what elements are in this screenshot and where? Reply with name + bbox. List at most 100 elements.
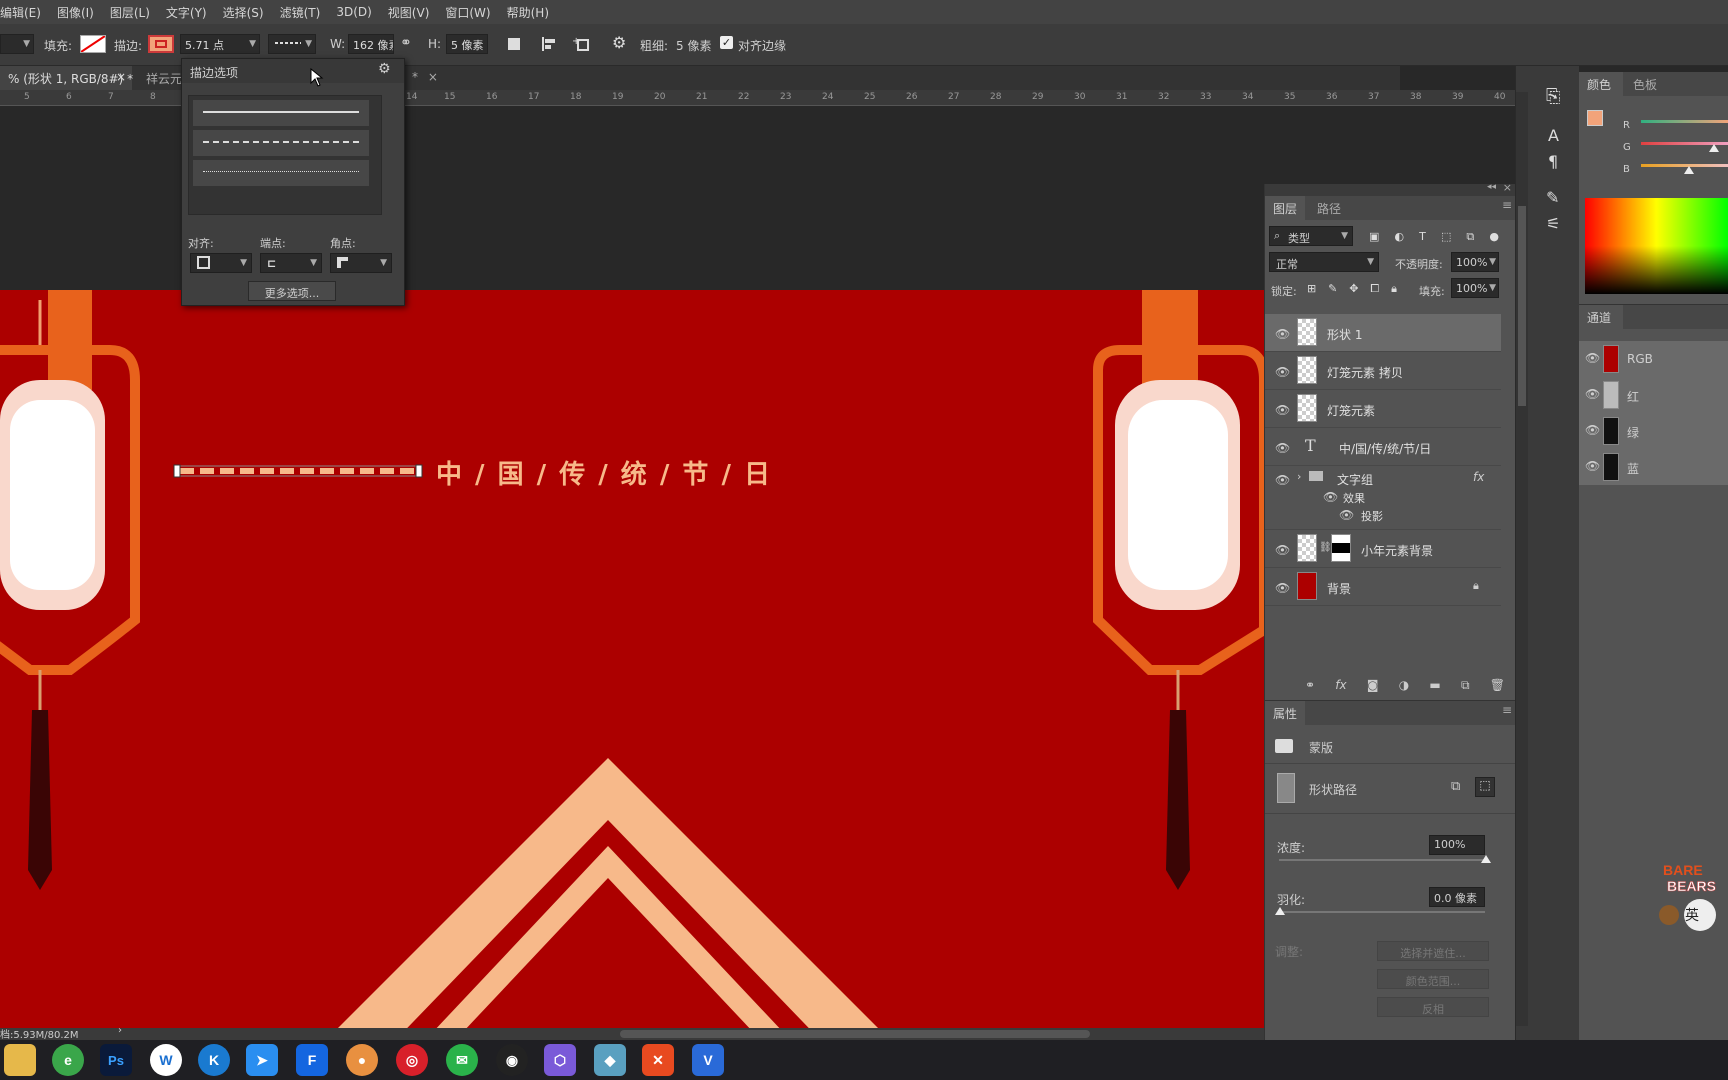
lock-all-icon[interactable]: 🔒︎: [1391, 282, 1397, 296]
tab-channels[interactable]: 通道: [1579, 305, 1623, 329]
density-field[interactable]: 100%: [1429, 835, 1485, 855]
paragraph-icon[interactable]: ¶: [1548, 152, 1558, 171]
qq-icon[interactable]: ◉: [496, 1044, 528, 1076]
photoshop-icon[interactable]: Ps: [100, 1044, 132, 1076]
align-edges-checkbox[interactable]: ✓: [720, 36, 733, 49]
history-icon[interactable]: ⎘: [1546, 86, 1560, 107]
tab-properties[interactable]: 属性: [1265, 701, 1305, 725]
fx-icon[interactable]: fx: [1473, 470, 1484, 484]
corners-select[interactable]: ▼: [330, 253, 392, 273]
layer-lantern-copy[interactable]: 👁︎ 灯笼元素 拷贝: [1265, 352, 1501, 390]
v-app-icon[interactable]: V: [692, 1044, 724, 1076]
blend-mode-select[interactable]: 正常 ▼: [1269, 252, 1379, 272]
adjustment-layer-icon[interactable]: ◑: [1399, 678, 1409, 694]
layer-filter-select[interactable]: ⌕ 类型 ▼: [1269, 226, 1353, 246]
channel-rgb[interactable]: 👁︎ RGB: [1579, 341, 1728, 377]
density-slider-handle[interactable]: [1481, 855, 1491, 863]
document-canvas[interactable]: 中 / 国 / 传 / 统 / 节 / 日: [0, 290, 1264, 1028]
panel-menu-icon[interactable]: ≡: [1502, 703, 1512, 717]
caps-select[interactable]: ⊏ ▼: [260, 253, 322, 273]
link-layers-icon[interactable]: ⚭: [1305, 678, 1315, 694]
menu-filter[interactable]: 滤镜(T): [280, 4, 321, 21]
layer-shape-1[interactable]: 👁︎ 形状 1: [1265, 314, 1501, 352]
stroke-swatch[interactable]: [148, 35, 174, 53]
layer-mask-thumbnail[interactable]: [1331, 534, 1351, 562]
close-icon[interactable]: ×: [428, 70, 438, 84]
feather-slider-handle[interactable]: [1275, 907, 1285, 915]
stroke-style-dotted[interactable]: [193, 160, 369, 186]
color-spectrum[interactable]: [1585, 198, 1728, 294]
fx-icon[interactable]: fx: [1335, 678, 1346, 694]
x-app-icon[interactable]: ✕: [642, 1044, 674, 1076]
eye-icon[interactable]: 👁︎: [1275, 365, 1290, 379]
path-operations-icon[interactable]: [508, 38, 520, 50]
select-vector-mask-icon[interactable]: ⬚: [1475, 777, 1495, 797]
scrollbar-thumb[interactable]: [1518, 206, 1526, 406]
close-icon[interactable]: ×: [1503, 181, 1512, 194]
fill-swatch[interactable]: [80, 35, 106, 53]
tab-color[interactable]: 颜色: [1579, 72, 1623, 96]
select-pixel-mask-icon[interactable]: ⧉: [1451, 779, 1460, 794]
stroke-width-field[interactable]: 5.71 点 ▼: [180, 34, 260, 54]
height-field[interactable]: 5 像素: [446, 34, 488, 54]
layer-background-elements[interactable]: 👁︎ ⛓︎ 小年元素背景: [1265, 530, 1501, 568]
eye-icon[interactable]: 👁︎: [1275, 581, 1290, 595]
more-options-button[interactable]: 更多选项...: [248, 281, 336, 301]
collapse-icon[interactable]: ◂◂: [1487, 182, 1496, 192]
thickness-value[interactable]: 5 像素: [676, 37, 711, 54]
eye-icon[interactable]: 👁︎: [1275, 327, 1290, 341]
brush-tool-icon[interactable]: ✎: [1546, 188, 1559, 207]
channel-blue[interactable]: 👁︎ 蓝: [1579, 449, 1728, 485]
menu-3d[interactable]: 3D(D): [336, 5, 371, 19]
box-app-icon[interactable]: ⬡: [544, 1044, 576, 1076]
menu-window[interactable]: 窗口(W): [445, 4, 490, 21]
eye-icon[interactable]: 👁︎: [1585, 387, 1600, 401]
stroke-style-dashed[interactable]: [193, 130, 369, 156]
tool-app-icon[interactable]: ◆: [594, 1044, 626, 1076]
adjustments-icon[interactable]: ⚟: [1546, 214, 1560, 233]
status-arrow-icon[interactable]: ›: [118, 1025, 122, 1036]
chevron-right-icon[interactable]: ›: [1297, 470, 1301, 483]
pixel-filter-icon[interactable]: ▣: [1369, 230, 1379, 244]
gear-icon[interactable]: ⚙: [612, 33, 626, 52]
select-and-mask-button[interactable]: 选择并遮住...: [1377, 941, 1489, 961]
bird-app-icon[interactable]: ➤: [246, 1044, 278, 1076]
tab-swatches[interactable]: 色板: [1633, 76, 1657, 93]
invert-button[interactable]: 反相: [1377, 997, 1489, 1017]
tab-paths[interactable]: 路径: [1317, 200, 1341, 217]
path-arrangement-icon[interactable]: +: [572, 34, 592, 54]
wechat-icon[interactable]: ✉: [446, 1044, 478, 1076]
type-filter-icon[interactable]: T: [1419, 230, 1426, 244]
feather-slider-track[interactable]: [1279, 911, 1485, 913]
layer-background[interactable]: 👁︎ 背景 🔒︎: [1265, 568, 1501, 606]
chain-link-icon[interactable]: ⛓︎: [1319, 542, 1332, 553]
k-app-icon[interactable]: K: [198, 1044, 230, 1076]
lock-position-icon[interactable]: ✥: [1349, 282, 1358, 296]
foreground-color-swatch[interactable]: [1587, 110, 1603, 126]
character-icon[interactable]: A: [1548, 126, 1559, 145]
fill-field[interactable]: 100% ▼: [1451, 278, 1499, 298]
layer-lantern[interactable]: 👁︎ 灯笼元素: [1265, 390, 1501, 428]
wps-icon[interactable]: W: [150, 1044, 182, 1076]
horizontal-scrollbar-thumb[interactable]: [620, 1030, 1090, 1038]
layer-group-text[interactable]: 👁︎ › 文字组 fx 👁︎ 效果 👁︎ 投影: [1265, 466, 1501, 530]
netease-music-icon[interactable]: ◎: [396, 1044, 428, 1076]
menu-edit[interactable]: 编辑(E): [0, 4, 41, 21]
shape-filter-icon[interactable]: ⬚: [1441, 230, 1451, 244]
lock-artboard-icon[interactable]: ⧠: [1370, 282, 1379, 296]
doc-size-status[interactable]: 档:5.93M/80.2M: [0, 1026, 79, 1041]
eye-icon[interactable]: 👁︎: [1585, 351, 1600, 365]
menu-layer[interactable]: 图层(L): [110, 4, 150, 21]
eye-icon[interactable]: 👁︎: [1275, 543, 1290, 557]
eye-icon[interactable]: 👁︎: [1339, 508, 1354, 522]
new-layer-icon[interactable]: ⧉: [1461, 678, 1470, 694]
b-slider-handle[interactable]: [1684, 166, 1694, 174]
add-mask-icon[interactable]: ◙: [1367, 678, 1379, 694]
filter-toggle-icon[interactable]: ●: [1489, 230, 1499, 244]
new-group-icon[interactable]: ▬: [1429, 678, 1440, 694]
tab-document-cloud[interactable]: 祥云元: [138, 66, 182, 90]
path-alignment-icon[interactable]: [540, 35, 558, 53]
width-field[interactable]: 162 像素: [348, 34, 394, 54]
avatar-app-icon[interactable]: ●: [346, 1044, 378, 1076]
smart-object-filter-icon[interactable]: ⧉: [1466, 230, 1474, 244]
